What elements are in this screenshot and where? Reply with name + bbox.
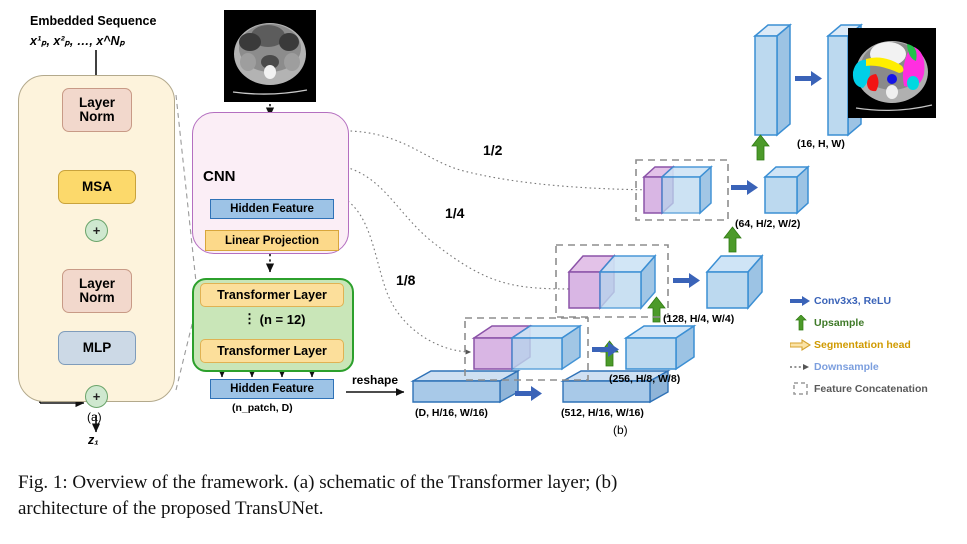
legend-item-downsample: Downsample (788, 356, 967, 378)
residual-add-2: + (85, 385, 108, 408)
residual-add-1: + (85, 219, 108, 242)
dotted-arrow-right-icon (788, 362, 814, 372)
dashed-box-icon (788, 382, 814, 396)
embedded-sequence-notation: x¹ₚ, x²ₚ, …, x^Nₚ (30, 34, 125, 48)
shape-label-64: (64, H/2, W/2) (735, 218, 801, 230)
solid-arrow-up-icon (788, 315, 814, 331)
caption-line-2: architecture of the proposed TransUNet. (18, 498, 324, 520)
legend: Conv3x3, ReLU Upsample Segmentation head… (788, 290, 967, 400)
transformer-layer-bottom: Transformer Layer (200, 339, 344, 363)
encoder-hidden-feature-box: Hidden Feature (210, 379, 334, 399)
figure-caption: Fig. 1: Overview of the framework. (a) s… (18, 470, 953, 522)
legend-label-upsample: Upsample (814, 317, 865, 329)
hollow-arrow-right-icon (788, 339, 814, 351)
legend-item-seg-head: Segmentation head (788, 334, 967, 356)
layer-norm-2-block: Layer Norm (62, 269, 132, 313)
shape-label-128: (128, H/4, W/4) (663, 313, 735, 325)
mlp-block: MLP (58, 331, 136, 365)
repeat-count-label: (n = 12) (259, 312, 306, 327)
legend-item-concat: Feature Concatenation (788, 378, 967, 400)
legend-label-downsample: Downsample (814, 361, 879, 373)
legend-label-conv: Conv3x3, ReLU (814, 295, 892, 307)
skip-label-quarter: 1/4 (445, 205, 465, 221)
legend-item-conv: Conv3x3, ReLU (788, 290, 967, 312)
solid-arrow-right-icon (788, 295, 814, 307)
panel-b-label: (b) (613, 423, 628, 437)
vertical-dots-icon: ⋮ (243, 311, 256, 326)
linear-projection-box: Linear Projection (205, 230, 339, 251)
legend-label-seg-head: Segmentation head (814, 339, 911, 351)
layer-norm-1-block: Layer Norm (62, 88, 132, 132)
embedded-sequence-title: Embedded Sequence (30, 14, 157, 28)
skip-label-half: 1/2 (483, 142, 503, 158)
cnn-hidden-feature-box: Hidden Feature (210, 199, 334, 219)
cnn-title: CNN (203, 168, 236, 185)
transformer-output-symbol: z₁ (88, 433, 99, 447)
legend-label-concat: Feature Concatenation (814, 383, 928, 395)
skip-label-eighth: 1/8 (396, 272, 416, 288)
panel-a-label: (a) (87, 410, 102, 424)
shape-label-16: (16, H, W) (797, 138, 845, 150)
hidden-feature-shape-label: (n_patch, D) (232, 402, 293, 414)
transformer-repeat-note: ⋮ (n = 12) (243, 311, 306, 328)
figure-canvas: Embedded Sequence x¹ₚ, x²ₚ, …, x^Nₚ Laye… (0, 0, 967, 460)
caption-line-1: Fig. 1: Overview of the framework. (a) s… (18, 472, 618, 493)
reshape-label: reshape (352, 373, 399, 387)
shape-label-512: (512, H/16, W/16) (561, 407, 644, 419)
shape-label-d-h16: (D, H/16, W/16) (415, 407, 488, 419)
legend-item-upsample: Upsample (788, 312, 967, 334)
msa-block: MSA (58, 170, 136, 204)
shape-label-256: (256, H/8, W/8) (609, 373, 681, 385)
transformer-layer-top: Transformer Layer (200, 283, 344, 307)
